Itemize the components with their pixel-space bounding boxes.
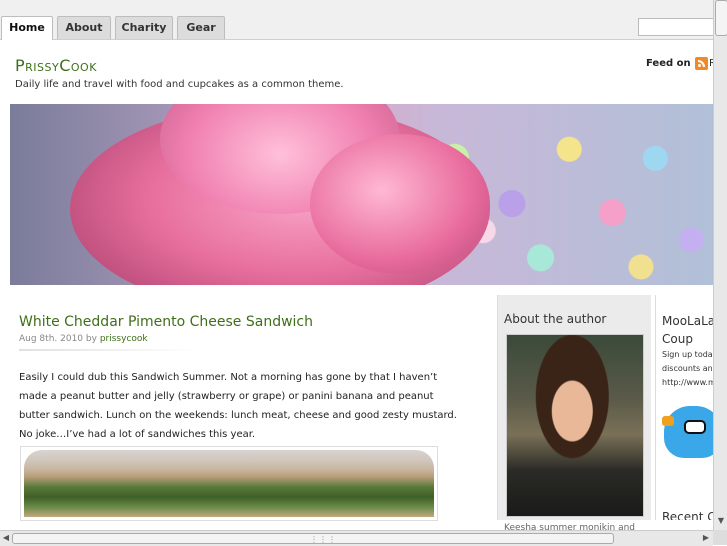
post-date: Aug 8th. 2010 bbox=[19, 334, 84, 344]
author-photo bbox=[506, 334, 644, 517]
site-tagline: Daily life and travel with food and cupc… bbox=[15, 79, 344, 90]
horizontal-scroll-thumb[interactable]: ⋮⋮⋮ bbox=[12, 533, 614, 544]
top-navigation-bar: Home About Charity Gear bbox=[0, 0, 715, 40]
tab-gear[interactable]: Gear bbox=[177, 16, 225, 39]
post-author-link[interactable]: prissycook bbox=[100, 334, 148, 344]
scroll-down-arrow-icon[interactable]: ▼ bbox=[715, 514, 727, 528]
post-by: by bbox=[85, 334, 97, 344]
feed-label[interactable]: Feed on bbox=[646, 58, 691, 69]
search-input[interactable] bbox=[638, 18, 715, 36]
recent-heading: Recent C bbox=[662, 510, 716, 520]
sandwich-photo bbox=[24, 450, 434, 517]
scrollbar-corner bbox=[713, 530, 727, 545]
ad-heading[interactable]: MooLaLa and Coup bbox=[662, 312, 716, 348]
site-title[interactable]: PrissyCook bbox=[15, 56, 97, 75]
horizontal-scrollbar[interactable]: ◀ ⋮⋮⋮ ▶ bbox=[0, 530, 713, 546]
ad-text: Sign up toda discounts an http://www.m bbox=[662, 350, 716, 387]
post-sandwich-image[interactable] bbox=[20, 446, 438, 521]
sidebar-about-author: About the author Keesha summer monikin a… bbox=[497, 295, 651, 533]
about-author-heading: About the author bbox=[504, 312, 607, 326]
meta-divider bbox=[19, 349, 199, 351]
scroll-left-arrow-icon[interactable]: ◀ bbox=[0, 531, 12, 545]
post-meta: Aug 8th. 2010 by prissycook bbox=[19, 334, 148, 344]
tab-charity[interactable]: Charity bbox=[115, 16, 173, 39]
post-body: Easily I could dub this Sandwich Summer.… bbox=[19, 372, 457, 440]
vertical-scrollbar[interactable]: ▼ bbox=[713, 0, 727, 530]
scroll-right-arrow-icon[interactable]: ▶ bbox=[700, 531, 712, 545]
bird-mascot-icon[interactable] bbox=[662, 406, 716, 458]
banner-frosting-shape bbox=[310, 134, 490, 274]
scroll-grip-icon: ⋮⋮⋮ bbox=[310, 535, 337, 544]
vertical-scroll-thumb[interactable] bbox=[715, 0, 727, 36]
header-banner-image bbox=[10, 104, 727, 285]
tab-home[interactable]: Home bbox=[1, 16, 53, 40]
sidebar-ad: MooLaLa and Coup Sign up toda discounts … bbox=[655, 295, 716, 520]
rss-feed-icon[interactable] bbox=[695, 57, 708, 70]
tab-about[interactable]: About bbox=[57, 16, 111, 39]
post-title[interactable]: White Cheddar Pimento Cheese Sandwich bbox=[19, 314, 313, 330]
